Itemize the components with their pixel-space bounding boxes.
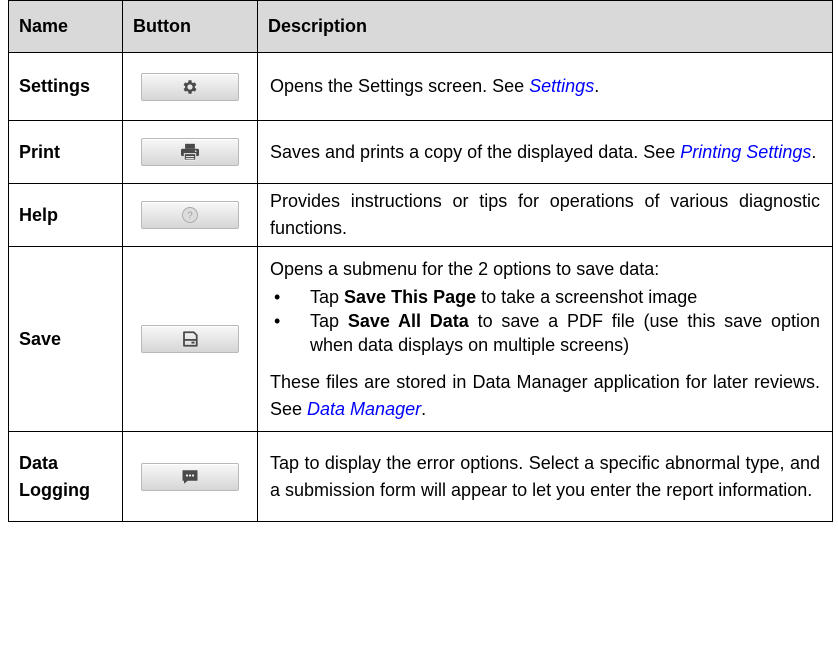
row-description: Opens the Settings screen. See Settings. bbox=[257, 52, 833, 121]
table-row-settings: Settings Opens the Settings screen. See … bbox=[8, 52, 833, 121]
data-logging-button[interactable] bbox=[141, 462, 239, 491]
button-reference-table: Name Button Description Settings Opens t… bbox=[8, 0, 833, 522]
row-name: Data Logging bbox=[8, 431, 123, 522]
row-description: Provides instructions or tips for operat… bbox=[257, 183, 833, 247]
printer-icon bbox=[181, 143, 199, 161]
row-name: Print bbox=[8, 120, 123, 184]
save-intro: Opens a submenu for the 2 options to sav… bbox=[270, 258, 660, 279]
save-icon bbox=[183, 331, 198, 347]
row-description: Saves and prints a copy of the displayed… bbox=[257, 120, 833, 184]
list-item: Tap Save This Page to take a screenshot … bbox=[270, 285, 820, 309]
settings-button[interactable] bbox=[141, 72, 239, 101]
help-button[interactable]: ? bbox=[141, 201, 239, 229]
header-description: Description bbox=[257, 0, 833, 53]
list-item: Tap Save All Data to save a PDF file (us… bbox=[270, 309, 820, 357]
table-header-row: Name Button Description bbox=[8, 0, 833, 53]
save-note: These files are stored in Data Manager a… bbox=[270, 371, 820, 419]
table-row-data-logging: Data Logging Tap to display the error opt… bbox=[8, 431, 833, 522]
table-row-print: Print Saves and prints a copy of the dis… bbox=[8, 120, 833, 184]
row-name: Help bbox=[8, 183, 123, 247]
print-button[interactable] bbox=[141, 138, 239, 166]
table-row-help: Help ? Provides instructions or tips for… bbox=[8, 183, 833, 247]
save-options-list: Tap Save This Page to take a screenshot … bbox=[270, 285, 820, 357]
printing-settings-link[interactable]: Printing Settings bbox=[680, 142, 811, 162]
svg-text:?: ? bbox=[187, 210, 193, 221]
gear-icon bbox=[183, 79, 197, 94]
message-icon bbox=[182, 469, 198, 484]
header-name: Name bbox=[8, 0, 123, 53]
save-button[interactable] bbox=[141, 325, 239, 353]
settings-link[interactable]: Settings bbox=[529, 76, 594, 96]
row-name: Save bbox=[8, 246, 123, 432]
row-description: Tap to display the error options. Select… bbox=[257, 431, 833, 522]
data-manager-link[interactable]: Data Manager bbox=[307, 399, 421, 419]
row-description: Opens a submenu for the 2 options to sav… bbox=[257, 246, 833, 432]
row-name: Settings bbox=[8, 52, 123, 121]
table-row-save: Save Opens a submenu for the 2 options t… bbox=[8, 246, 833, 432]
header-button: Button bbox=[122, 0, 258, 53]
help-icon: ? bbox=[182, 207, 198, 223]
